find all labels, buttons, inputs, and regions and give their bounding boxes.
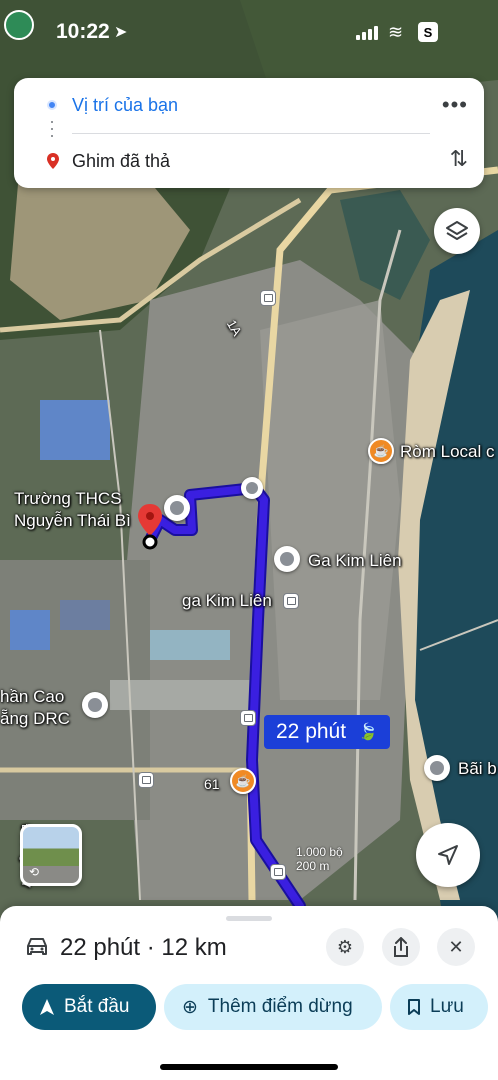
map-label-school[interactable]: Trường THCS Nguyễn Thái Bì	[14, 488, 131, 532]
eco-leaf-icon: 🍃	[358, 724, 378, 741]
more-options-icon[interactable]: •••	[442, 92, 468, 118]
layers-icon	[446, 221, 468, 240]
start-label: Bắt đầu	[64, 996, 130, 1017]
route-waypoint-marker	[241, 477, 263, 499]
place-pin-company[interactable]	[82, 692, 108, 718]
home-indicator	[160, 1064, 338, 1070]
map-layers-button[interactable]	[434, 208, 480, 254]
navigation-arrow-icon	[438, 845, 458, 865]
destination-pin-icon	[47, 153, 59, 169]
bus-stop-icon-2[interactable]	[240, 710, 256, 726]
add-stop-label: Thêm điểm dừng	[207, 996, 353, 1017]
cafe-icon[interactable]: ☕	[368, 438, 394, 464]
wifi-icon: ≋	[388, 22, 404, 42]
status-time: 10:22	[56, 20, 110, 43]
map-label-station-2[interactable]: ga Kim Liên	[182, 591, 272, 611]
directions-card: Vị trí của bạn Ghim đã thả ••• ⇅	[14, 78, 484, 188]
place-pin-station[interactable]	[274, 546, 300, 572]
add-stop-pin-icon: ⊕	[182, 996, 198, 1018]
navigation-start-icon	[40, 999, 54, 1015]
route-summary: 22 phút · 12 km	[60, 934, 227, 961]
start-button[interactable]: Bắt đầu	[22, 984, 156, 1030]
sheet-grabber[interactable]	[226, 916, 272, 921]
save-label: Lưu	[430, 996, 464, 1017]
destination-label: Ghim đã thả	[72, 150, 171, 171]
cafe-icon-2[interactable]: ☕	[230, 768, 256, 794]
map-label-cafe[interactable]: Ròm Local c	[400, 442, 494, 462]
share-icon	[394, 937, 408, 957]
bus-stop-icon[interactable]	[260, 290, 276, 306]
dropped-pin-icon[interactable]	[136, 502, 164, 550]
swap-directions-icon[interactable]: ⇅	[450, 146, 468, 172]
destination-field[interactable]: Ghim đã thả	[14, 134, 484, 188]
origin-label: Vị trí của bạn	[72, 94, 179, 115]
recenter-navigation-button[interactable]	[416, 823, 480, 887]
map-label-company[interactable]: hần Cao ẵng DRC	[0, 686, 70, 730]
map-scale-label: 1.000 bộ 200 m	[296, 845, 343, 873]
place-pin-beach[interactable]	[424, 755, 450, 781]
status-bar: 10:22 ➤ ≋ S	[0, 0, 498, 64]
bus-stop-icon-4[interactable]	[270, 864, 286, 880]
app-badge-icon	[4, 10, 34, 40]
route-bottom-sheet: 22 phút · 12 km ⚙ ✕ Bắt đầu ⊕ Thêm điểm …	[0, 906, 498, 1080]
map-label-station[interactable]: Ga Kim Liên	[308, 551, 402, 571]
cellular-signal-icon	[356, 26, 378, 40]
route-options-button[interactable]: ⚙	[326, 928, 364, 966]
close-button[interactable]: ✕	[437, 928, 475, 966]
add-stop-button[interactable]: ⊕ Thêm điểm dừng	[164, 984, 382, 1030]
share-button[interactable]	[382, 928, 420, 966]
close-icon: ✕	[448, 936, 464, 957]
sliders-icon: ⚙	[336, 936, 354, 957]
origin-field[interactable]: Vị trí của bạn	[14, 78, 484, 132]
save-button[interactable]: Lưu	[390, 984, 488, 1030]
map-label-beach[interactable]: Bãi b	[458, 759, 497, 779]
your-location-dot-icon	[47, 100, 57, 110]
bookmark-icon	[408, 999, 420, 1015]
road-label-61: 61	[204, 776, 220, 792]
street-view-thumbnail[interactable]: ⟲	[20, 824, 82, 886]
place-pin-school[interactable]	[164, 495, 190, 521]
car-icon	[27, 938, 47, 955]
battery-icon: S	[418, 22, 438, 42]
bus-stop-icon-3[interactable]	[138, 772, 154, 788]
route-duration-label: 22 phút	[276, 720, 347, 743]
route-duration-chip[interactable]: 22 phút 🍃	[264, 715, 390, 749]
street-view-rotate-icon: ⟲	[29, 865, 40, 879]
location-arrow-icon: ➤	[114, 24, 128, 41]
train-station-icon[interactable]	[283, 593, 299, 609]
